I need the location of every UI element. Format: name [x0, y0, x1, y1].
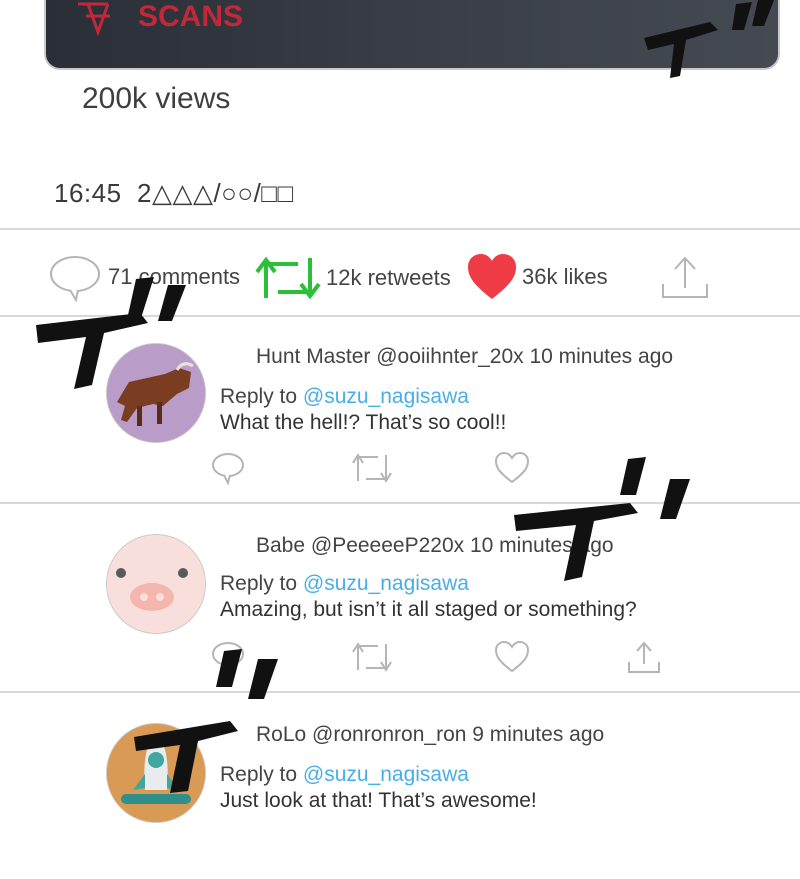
post-timestamp: 16:45 2△△△/○○/□□: [54, 178, 294, 208]
share-icon: [662, 256, 708, 298]
reply-tweet[interactable]: RoLo @ronronron_ron 9 minutes ago Reply …: [0, 693, 800, 879]
brand-logo-text: SCANS: [138, 0, 243, 33]
likes-count: 36k likes: [522, 264, 608, 289]
reply-to-label: Reply to: [220, 572, 303, 595]
avatar[interactable]: [106, 343, 206, 443]
heart-icon[interactable]: [494, 640, 530, 674]
comments-stat[interactable]: 71 comments: [48, 252, 240, 302]
pig-avatar: [107, 535, 205, 633]
reply-to-label: Reply to: [220, 385, 303, 408]
mention-link[interactable]: @suzu_nagisawa: [303, 385, 469, 408]
reply-text: Amazing, but isn’t it all staged or some…: [220, 598, 637, 621]
brand-logo: SCANS: [78, 0, 243, 37]
comment-icon: [50, 256, 100, 302]
retweet-icon[interactable]: [350, 640, 394, 674]
avatar[interactable]: [106, 723, 206, 823]
reply-text: What the hell!? That’s so cool!!: [220, 411, 507, 434]
likes-stat[interactable]: 36k likes: [466, 252, 608, 302]
mention-link[interactable]: @suzu_nagisawa: [303, 763, 469, 786]
heart-icon: [468, 254, 516, 299]
reply-text: Just look at that! That’s awesome!: [220, 789, 537, 812]
retweet-icon[interactable]: [350, 451, 394, 485]
bull-avatar: [107, 344, 205, 442]
retweet-icon: [255, 256, 321, 300]
reply-meta: Hunt Master @ooiihnter_20x 10 minutes ag…: [256, 345, 674, 368]
comment-icon[interactable]: [210, 640, 246, 674]
retweets-count: 12k retweets: [326, 265, 451, 290]
heart-icon[interactable]: [494, 451, 530, 485]
reply-tweet[interactable]: Babe @PeeeeeP220x 10 minutes ago Reply t…: [0, 504, 800, 690]
reply-tweet[interactable]: Hunt Master @ooiihnter_20x 10 minutes ag…: [0, 317, 800, 503]
reply-actions: [0, 640, 800, 680]
rocket-avatar: [107, 724, 205, 822]
comment-icon[interactable]: [210, 451, 246, 485]
reply-meta: RoLo @ronronron_ron 9 minutes ago: [256, 723, 605, 746]
share-button[interactable]: [660, 254, 710, 300]
reply-to-label: Reply to: [220, 763, 303, 786]
divider: [0, 228, 800, 230]
reply-to-line: Reply to @suzu_nagisawa: [220, 763, 469, 787]
avatar[interactable]: [106, 534, 206, 634]
mention-link[interactable]: @suzu_nagisawa: [303, 572, 469, 595]
reply-meta: Babe @PeeeeeP220x 10 minutes ago: [256, 534, 614, 557]
reply-to-line: Reply to @suzu_nagisawa: [220, 385, 469, 409]
reply-to-line: Reply to @suzu_nagisawa: [220, 572, 469, 596]
reply-actions: [0, 451, 800, 491]
media-thumbnail[interactable]: SCANS: [44, 0, 780, 70]
share-icon[interactable]: [626, 640, 662, 674]
retweets-stat[interactable]: 12k retweets: [254, 254, 451, 302]
view-count: 200k views: [82, 82, 231, 115]
engagement-bar: 71 comments 12k retweets 36k likes: [0, 240, 800, 316]
comments-count: 71 comments: [108, 264, 241, 289]
